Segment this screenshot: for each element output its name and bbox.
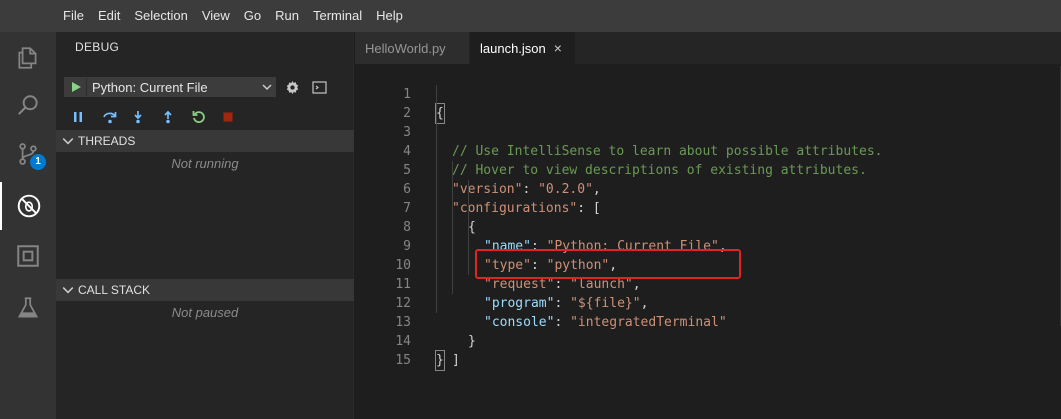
tab-label: launch.json [480, 40, 546, 56]
play-icon [71, 82, 81, 92]
debug-icon[interactable] [0, 182, 56, 230]
debug-config-select[interactable]: Python: Current File [64, 77, 276, 97]
code-line: 2 // Use IntelliSense to learn about pos… [355, 85, 1061, 159]
explorer-icon[interactable] [0, 34, 56, 82]
highlight-box [475, 249, 741, 279]
step-into-icon[interactable] [132, 108, 162, 126]
tab-bar: HelloWorld.py launch.json × [355, 32, 1061, 64]
tab-launch-json[interactable]: launch.json × [470, 32, 575, 64]
debug-console-icon[interactable] [308, 77, 330, 97]
step-out-icon[interactable] [162, 108, 192, 126]
menu-view[interactable]: View [195, 0, 237, 32]
menu-help[interactable]: Help [369, 0, 410, 32]
extensions-icon[interactable] [0, 232, 56, 280]
code-line: 1 { [355, 66, 1061, 124]
debug-sidebar: DEBUG Python: Current File THREADS Not r… [56, 32, 354, 419]
threads-title: THREADS [78, 134, 136, 148]
code-line: 6 { [355, 161, 1061, 235]
code-line: 7 "name": "Python: Current File", [355, 180, 1061, 254]
menu-selection[interactable]: Selection [127, 0, 194, 32]
code-line: 5 "configurations": [ [355, 142, 1061, 216]
menu-terminal[interactable]: Terminal [306, 0, 369, 32]
chevron-down-icon [62, 287, 74, 294]
line-number: 15 [395, 353, 411, 368]
tab-helloworld-py[interactable]: HelloWorld.py [355, 32, 470, 64]
tab-label: HelloWorld.py [365, 40, 446, 56]
pause-icon[interactable] [72, 108, 102, 126]
menu-bar: File Edit Selection View Go Run Terminal… [0, 0, 1061, 32]
callstack-section-header[interactable]: CALL STACK [56, 279, 354, 301]
test-flask-icon[interactable] [0, 284, 56, 332]
menu-edit[interactable]: Edit [91, 0, 127, 32]
source-control-icon[interactable]: 1 [0, 130, 56, 178]
stop-icon[interactable] [222, 108, 252, 126]
search-icon[interactable] [0, 82, 56, 130]
callstack-empty-message: Not paused [171, 305, 239, 320]
threads-section-header[interactable]: THREADS [56, 130, 354, 152]
callstack-title: CALL STACK [78, 283, 151, 297]
sidebar-title: DEBUG [75, 40, 120, 54]
debug-toolbar [72, 108, 252, 126]
restart-icon[interactable] [192, 108, 222, 126]
code-text: } [435, 350, 445, 371]
menu-file[interactable]: File [56, 0, 91, 32]
step-over-icon[interactable] [102, 108, 132, 126]
debug-config-name: Python: Current File [92, 79, 208, 95]
activity-bar: 1 [0, 32, 56, 419]
threads-empty-message: Not running [171, 156, 239, 171]
source-control-badge: 1 [30, 154, 46, 170]
chevron-down-icon [62, 138, 74, 145]
gear-icon[interactable] [281, 77, 303, 97]
code-line: 14 } [355, 313, 1061, 371]
editor-area: HelloWorld.py launch.json × 1 { 2 // Use… [355, 32, 1061, 419]
code-text: ] [452, 353, 460, 368]
code-line: 13 ] [355, 294, 1061, 368]
code-line: 9 "request": "launch", [355, 218, 1061, 292]
code-editor[interactable]: 1 { 2 // Use IntelliSense to learn about… [355, 66, 1061, 371]
debug-config-row: Python: Current File [64, 76, 330, 98]
menu-go[interactable]: Go [237, 0, 268, 32]
code-line: 8 "type": "python", [355, 199, 1061, 273]
start-debugging-button[interactable] [65, 78, 87, 96]
chevron-down-icon [259, 78, 275, 96]
menu-run[interactable]: Run [268, 0, 306, 32]
code-line: 4 "version": "0.2.0", [355, 123, 1061, 197]
close-icon[interactable]: × [554, 40, 562, 56]
code-line: 15 [355, 332, 1061, 368]
code-line: 3 // Hover to view descriptions of exist… [355, 104, 1061, 178]
